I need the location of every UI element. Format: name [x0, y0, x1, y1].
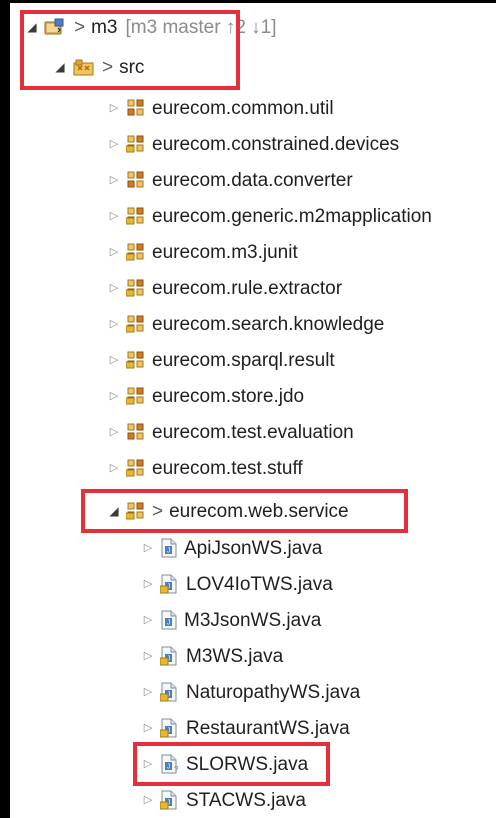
java-file-warning-icon: J	[160, 718, 180, 738]
java-file-warning-icon: J	[160, 646, 180, 666]
collapsed-arrow-icon[interactable]: ▷	[142, 614, 154, 626]
java-file-icon: J	[160, 538, 178, 558]
package-icon	[126, 422, 146, 442]
collapsed-arrow-icon[interactable]: ▷	[108, 426, 120, 438]
package-icon	[126, 98, 146, 118]
package-item[interactable]: ▷ eurecom.m3.junit	[108, 236, 298, 268]
expanded-arrow-icon[interactable]: ◢	[26, 21, 38, 33]
package-item[interactable]: ▷ eurecom.rule.extractor	[108, 272, 342, 304]
java-file-item[interactable]: ▷ J RestaurantWS.java	[142, 712, 350, 744]
package-item[interactable]: ▷ eurecom.generic.m2mapplication	[108, 200, 432, 232]
open-package-label: eurecom.web.service	[169, 500, 349, 522]
package-icon	[126, 314, 146, 334]
java-file-label: LOV4IoTWS.java	[186, 573, 333, 595]
java-file-icon: J	[160, 610, 178, 630]
package-icon	[126, 170, 146, 190]
expanded-arrow-icon[interactable]: ◢	[108, 505, 120, 517]
java-file-item[interactable]: ▷ J M3WS.java	[142, 640, 283, 672]
collapsed-arrow-icon[interactable]: ▷	[142, 650, 154, 662]
collapsed-arrow-icon[interactable]: ▷	[142, 794, 154, 806]
open-package-prefix: >	[152, 500, 164, 522]
java-file-label: STACWS.java	[186, 789, 307, 811]
tree-row-open-package[interactable]: ◢ > eurecom.web.service	[108, 495, 349, 527]
collapsed-arrow-icon[interactable]: ▷	[108, 462, 120, 474]
package-icon	[126, 386, 146, 406]
source-folder-label: src	[119, 56, 145, 78]
collapsed-arrow-icon[interactable]: ▷	[108, 138, 120, 150]
java-file-item[interactable]: ▷ J ApiJsonWS.java	[142, 532, 322, 564]
java-file-warning-icon: J	[160, 790, 180, 810]
package-item[interactable]: ▷ eurecom.common.util	[108, 92, 334, 124]
collapsed-arrow-icon[interactable]: ▷	[142, 542, 154, 554]
package-label: eurecom.rule.extractor	[152, 277, 343, 299]
collapsed-arrow-icon[interactable]: ▷	[142, 686, 154, 698]
package-icon	[126, 278, 146, 298]
package-label: eurecom.store.jdo	[152, 385, 305, 407]
package-icon	[126, 501, 146, 521]
collapsed-arrow-icon[interactable]: ▷	[108, 282, 120, 294]
svg-text:J: J	[167, 620, 171, 627]
tree-row-project[interactable]: ◢ > m3 [m3 master ↑2 ↓1]	[26, 11, 277, 43]
project-name: m3	[91, 16, 118, 38]
java-file-item[interactable]: ▷ J LOV4IoTWS.java	[142, 568, 333, 600]
java-file-label: ApiJsonWS.java	[184, 537, 323, 559]
java-file-warning-icon: J	[160, 574, 180, 594]
package-label: eurecom.test.stuff	[152, 457, 303, 479]
java-file-item[interactable]: ▷ J ? SLORWS.java	[142, 748, 308, 780]
collapsed-arrow-icon[interactable]: ▷	[108, 102, 120, 114]
project-icon	[44, 17, 68, 37]
package-item[interactable]: ▷ eurecom.store.jdo	[108, 380, 304, 412]
java-file-label: SLORWS.java	[186, 753, 309, 775]
project-prefix: >	[74, 16, 86, 38]
package-icon	[126, 206, 146, 226]
java-file-question-icon: J ?	[160, 754, 180, 774]
package-label: eurecom.constrained.devices	[152, 133, 400, 155]
collapsed-arrow-icon[interactable]: ▷	[108, 210, 120, 222]
package-icon	[126, 242, 146, 262]
package-label: eurecom.m3.junit	[152, 241, 298, 263]
java-file-label: M3JsonWS.java	[184, 609, 322, 631]
expanded-arrow-icon[interactable]: ◢	[54, 61, 66, 73]
package-label: eurecom.data.converter	[152, 169, 353, 191]
java-file-warning-icon: J	[160, 682, 180, 702]
java-file-item[interactable]: ▷ J M3JsonWS.java	[142, 604, 321, 636]
svg-text:?: ?	[174, 765, 179, 774]
package-item[interactable]: ▷ eurecom.test.evaluation	[108, 416, 354, 448]
java-file-item[interactable]: ▷ J STACWS.java	[142, 784, 306, 816]
project-git-status: [m3 master ↑2 ↓1]	[125, 16, 277, 38]
package-label: eurecom.generic.m2mapplication	[152, 205, 432, 227]
collapsed-arrow-icon[interactable]: ▷	[108, 318, 120, 330]
package-explorer-frame: ◢ > m3 [m3 master ↑2 ↓1] ◢ > src ▷ eurec…	[0, 0, 496, 818]
package-label: eurecom.sparql.result	[152, 349, 335, 371]
package-item[interactable]: ▷ eurecom.sparql.result	[108, 344, 335, 376]
package-label: eurecom.common.util	[152, 97, 334, 119]
collapsed-arrow-icon[interactable]: ▷	[108, 174, 120, 186]
collapsed-arrow-icon[interactable]: ▷	[108, 390, 120, 402]
package-item[interactable]: ▷ eurecom.search.knowledge	[108, 308, 385, 340]
package-icon	[126, 350, 146, 370]
java-file-label: M3WS.java	[186, 645, 284, 667]
collapsed-arrow-icon[interactable]: ▷	[108, 354, 120, 366]
source-folder-icon	[72, 57, 96, 77]
java-file-label: RestaurantWS.java	[186, 717, 350, 739]
package-label: eurecom.test.evaluation	[152, 421, 354, 443]
tree-row-src[interactable]: ◢ > src	[54, 51, 144, 83]
package-item[interactable]: ▷ eurecom.constrained.devices	[108, 128, 399, 160]
collapsed-arrow-icon[interactable]: ▷	[142, 578, 154, 590]
source-folder-prefix: >	[102, 56, 114, 78]
package-item[interactable]: ▷ eurecom.test.stuff	[108, 452, 303, 484]
collapsed-arrow-icon[interactable]: ▷	[142, 758, 154, 770]
package-icon	[126, 134, 146, 154]
project-tree: ◢ > m3 [m3 master ↑2 ↓1] ◢ > src ▷ eurec…	[10, 3, 496, 818]
package-label: eurecom.search.knowledge	[152, 313, 385, 335]
package-item[interactable]: ▷ eurecom.data.converter	[108, 164, 353, 196]
collapsed-arrow-icon[interactable]: ▷	[108, 246, 120, 258]
package-icon	[126, 458, 146, 478]
collapsed-arrow-icon[interactable]: ▷	[142, 722, 154, 734]
svg-text:J: J	[167, 764, 171, 771]
java-file-item[interactable]: ▷ J NaturopathyWS.java	[142, 676, 360, 708]
svg-text:J: J	[167, 548, 171, 555]
java-file-label: NaturopathyWS.java	[186, 681, 361, 703]
